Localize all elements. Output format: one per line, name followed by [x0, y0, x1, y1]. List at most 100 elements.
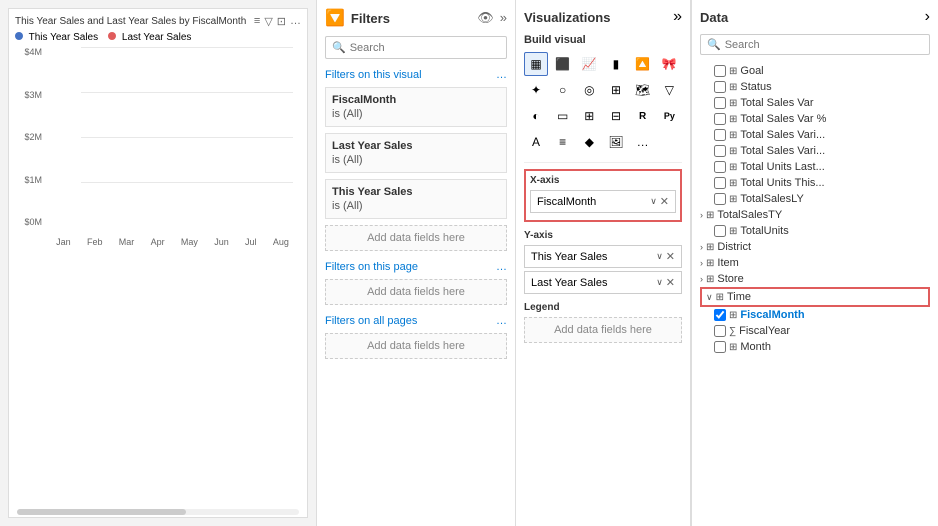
ribbon-chart-icon[interactable]: 🎀	[657, 52, 681, 76]
y-axis2-chevron[interactable]: ∨	[656, 277, 663, 288]
tree-item-checkbox[interactable]	[714, 161, 726, 173]
tree-item-checkbox[interactable]	[714, 193, 726, 205]
matrix-icon[interactable]: ⊟	[604, 104, 628, 128]
tree-group-header[interactable]: ›⊞District	[700, 239, 930, 255]
search-icon: 🔍	[332, 41, 346, 54]
tree-item-label: FiscalMonth	[740, 309, 804, 321]
scatter-icon[interactable]: ✦	[524, 78, 548, 102]
tree-chevron-icon[interactable]: ›	[700, 210, 703, 220]
bar-chart-icon[interactable]: ▦	[524, 52, 548, 76]
funnel-icon[interactable]: ▽	[657, 78, 681, 102]
x-axis-label: X-axis	[530, 175, 676, 186]
menu-icon[interactable]: ≡	[254, 15, 260, 28]
tree-group-header[interactable]: ›⊞TotalSalesTY	[700, 207, 930, 223]
filter-this-year-sales[interactable]: This Year Sales is (All)	[325, 179, 507, 219]
more-options-icon[interactable]: …	[496, 69, 507, 81]
tree-group-label: District	[717, 241, 751, 253]
more-options-page-icon[interactable]: …	[496, 261, 507, 273]
data-search-input[interactable]	[725, 39, 923, 51]
tree-item-checkbox[interactable]	[714, 65, 726, 77]
filters-panel: 🔽 Filters 👁 » 🔍 Filters on this visual ……	[316, 0, 516, 526]
treemap-icon[interactable]: ⊞	[604, 78, 628, 102]
tree-item-checkbox[interactable]	[714, 309, 726, 321]
tree-chevron-icon[interactable]: ∨	[706, 292, 713, 303]
tree-item-checkbox[interactable]	[714, 97, 726, 109]
tree-group-label: Store	[717, 273, 743, 285]
forward-icon[interactable]: »	[500, 10, 507, 26]
tree-item: ∑FiscalYear	[700, 323, 930, 339]
filter-last-year-sales[interactable]: Last Year Sales is (All)	[325, 133, 507, 173]
slicer-icon[interactable]: ≡	[551, 130, 575, 154]
tree-item-checkbox[interactable]	[714, 129, 726, 141]
tree-group-label: Item	[717, 257, 738, 269]
filter-fiscal-month[interactable]: FiscalMonth is (All)	[325, 87, 507, 127]
y-axis2-remove[interactable]: ✕	[666, 276, 675, 289]
tree-item-checkbox[interactable]	[714, 325, 726, 337]
add-fields-all[interactable]: Add data fields here	[325, 333, 507, 359]
donut-icon[interactable]: ◎	[577, 78, 601, 102]
filters-search-input[interactable]	[350, 42, 500, 54]
expand-icon[interactable]: ⊡	[277, 15, 286, 28]
data-search-box[interactable]: 🔍	[700, 34, 930, 55]
tree-item-label: FiscalYear	[739, 325, 790, 337]
eye-icon[interactable]: 👁	[477, 10, 494, 26]
tree-item-checkbox[interactable]	[714, 113, 726, 125]
add-fields-visual[interactable]: Add data fields here	[325, 225, 507, 251]
r-icon[interactable]: R	[631, 104, 655, 128]
text-icon[interactable]: A	[524, 130, 548, 154]
python-icon[interactable]: Py	[657, 104, 681, 128]
tree-item: ⊞Total Units Last...	[700, 159, 930, 175]
tree-item-checkbox[interactable]	[714, 81, 726, 93]
x-axis-section: X-axis FiscalMonth ∨ ✕	[524, 169, 682, 222]
more-icon[interactable]: …	[290, 15, 301, 28]
tree-item-label: TotalUnits	[740, 225, 788, 237]
y-axis1-remove[interactable]: ✕	[666, 250, 675, 263]
data-expand-icon[interactable]: ›	[925, 8, 930, 26]
y-axis-field2[interactable]: Last Year Sales ∨ ✕	[524, 271, 682, 294]
x-axis-remove[interactable]: ✕	[660, 195, 669, 208]
line-chart-icon[interactable]: 📈	[577, 52, 601, 76]
shape-icon[interactable]: ◆	[577, 130, 601, 154]
table-group-icon: ⊞	[706, 258, 714, 269]
stacked-bar-icon[interactable]: ⬛	[551, 52, 575, 76]
add-fields-page[interactable]: Add data fields here	[325, 279, 507, 305]
tree-chevron-icon[interactable]: ›	[700, 258, 703, 268]
field-type-icon: ∑	[729, 326, 736, 337]
tree-item-checkbox[interactable]	[714, 177, 726, 189]
image-icon[interactable]: 🖼	[604, 130, 628, 154]
filter-icon[interactable]: ▽	[264, 15, 272, 28]
field-type-icon: ⊞	[729, 66, 737, 77]
y-axis-field1[interactable]: This Year Sales ∨ ✕	[524, 245, 682, 268]
tree-item-checkbox[interactable]	[714, 145, 726, 157]
x-axis-labels: Jan Feb Mar Apr May Jun Jul Aug	[48, 237, 297, 247]
tree-group-header[interactable]: ›⊞Item	[700, 255, 930, 271]
field-type-icon: ⊞	[729, 194, 737, 205]
legend-add-fields[interactable]: Add data fields here	[524, 317, 682, 343]
tree-item-checkbox[interactable]	[714, 225, 726, 237]
map-icon[interactable]: 🗺	[631, 78, 655, 102]
pie-chart-icon[interactable]: ○	[551, 78, 575, 102]
filters-search-box[interactable]: 🔍	[325, 36, 507, 59]
filters-on-page-label: Filters on this page …	[325, 261, 507, 273]
more-visuals-icon[interactable]: …	[631, 130, 655, 154]
y-axis-section: Y-axis This Year Sales ∨ ✕ Last Year Sal…	[524, 230, 682, 294]
table-icon[interactable]: ⊞	[577, 104, 601, 128]
y-axis1-chevron[interactable]: ∨	[656, 251, 663, 262]
tree-item-checkbox[interactable]	[714, 341, 726, 353]
last-year-dot	[108, 32, 116, 40]
area-chart-icon[interactable]: 🔼	[631, 52, 655, 76]
tree-item: ⊞Goal	[700, 63, 930, 79]
card-icon[interactable]: ▭	[551, 104, 575, 128]
tree-group-header[interactable]: ›⊞Store	[700, 271, 930, 287]
gauge-icon[interactable]: ◐	[524, 104, 548, 128]
tree-group-header[interactable]: ∨⊞Time	[700, 287, 930, 307]
tree-chevron-icon[interactable]: ›	[700, 274, 703, 284]
chart-area: $4M $3M $2M $1M $0M Jan Feb Mar Apr May …	[15, 47, 301, 247]
more-options-all-icon[interactable]: …	[496, 315, 507, 327]
viz-expand-icon[interactable]: »	[673, 8, 682, 26]
x-axis-field[interactable]: FiscalMonth ∨ ✕	[530, 190, 676, 213]
column-chart-icon[interactable]: ▮	[604, 52, 628, 76]
x-axis-chevron[interactable]: ∨	[650, 196, 657, 207]
tree-chevron-icon[interactable]: ›	[700, 242, 703, 252]
data-header: Data ›	[700, 8, 930, 26]
